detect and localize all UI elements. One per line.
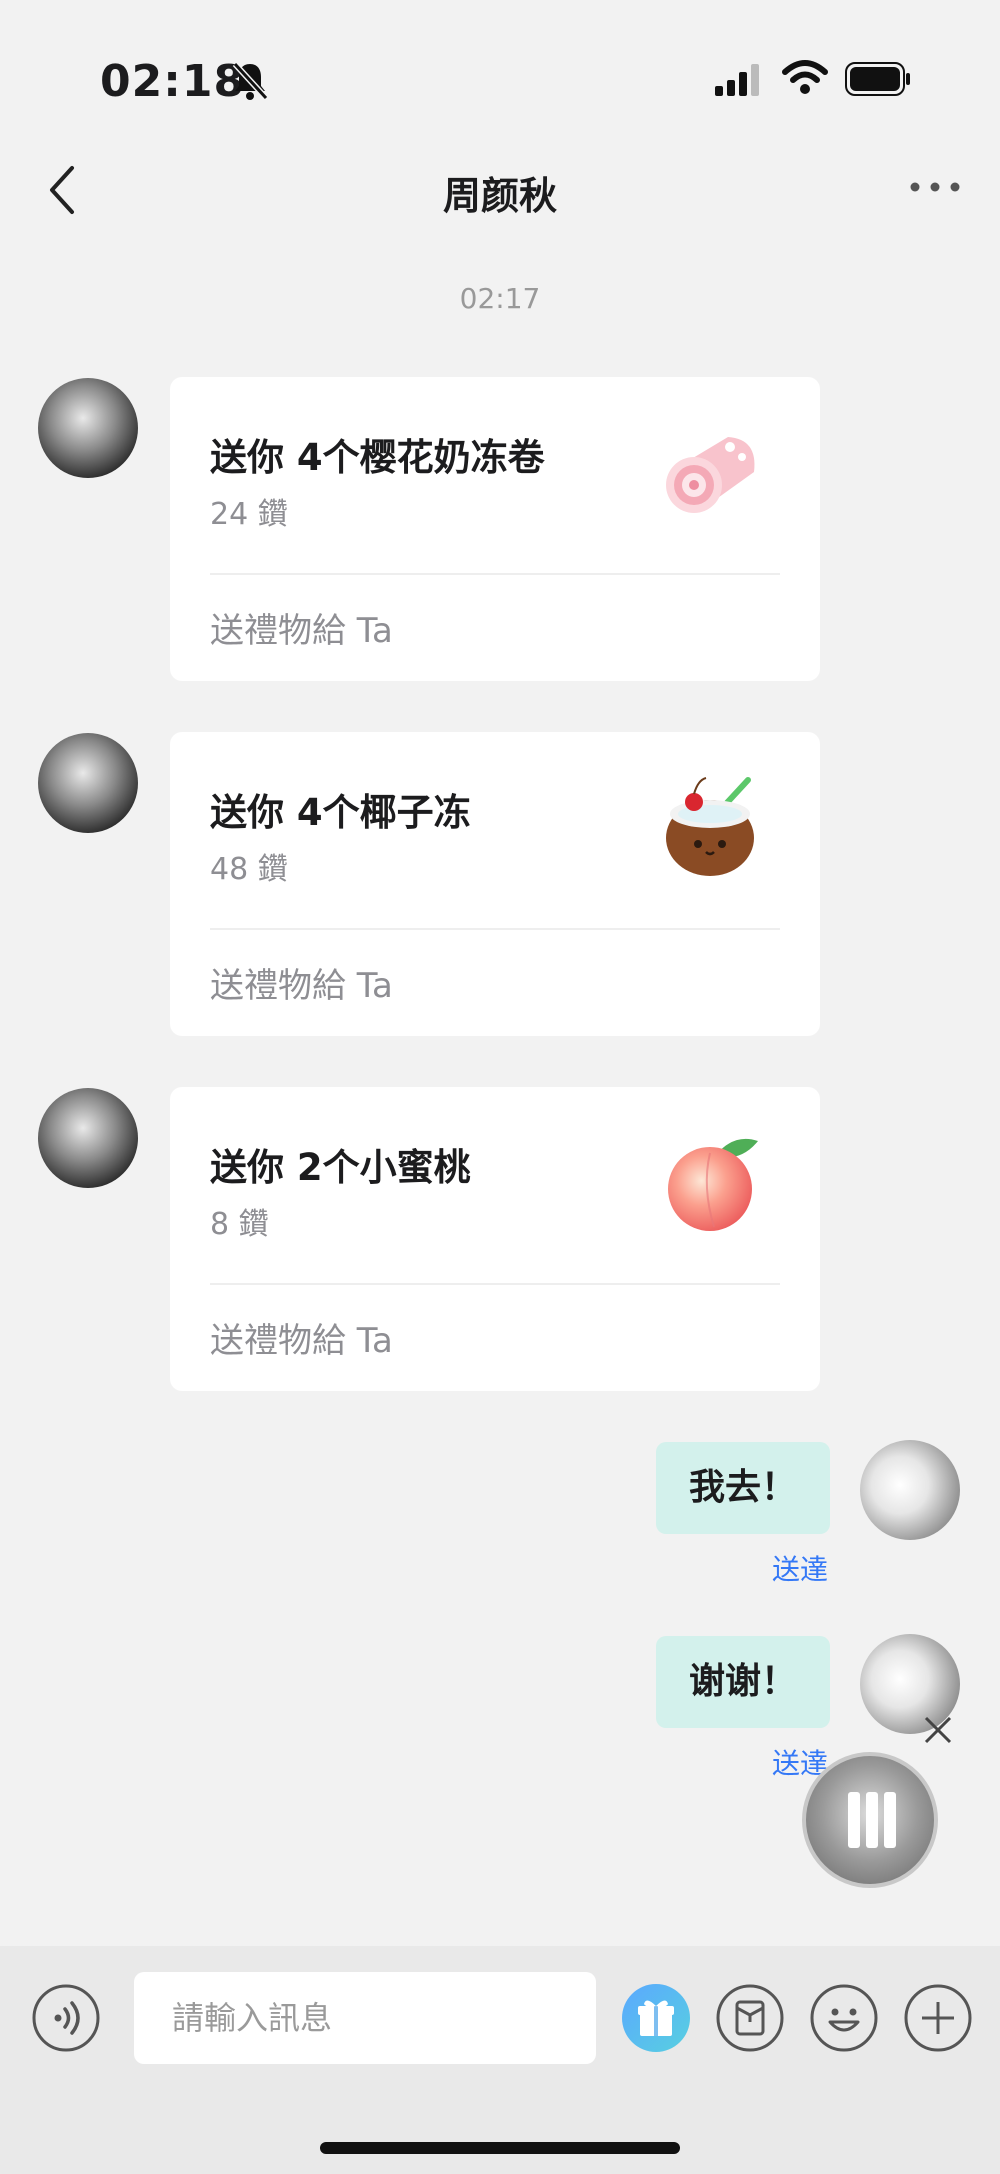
- gift-card: 送你 2个小蜜桃 8 鑽 送禮物給 Ta: [170, 1087, 820, 1391]
- cellular-signal-icon: [715, 64, 759, 96]
- gift-card: 送你 4个椰子冻 48 鑽 送禮物給 Ta: [170, 732, 820, 1036]
- sent-message-bubble[interactable]: 谢谢！: [656, 1636, 830, 1728]
- add-icon[interactable]: [904, 1984, 972, 2052]
- send-gift-link[interactable]: 送禮物給 Ta: [210, 603, 393, 652]
- contact-avatar[interactable]: [38, 1088, 138, 1188]
- gift-title: 送你 4个樱花奶冻卷: [210, 436, 545, 479]
- bell-muted-icon: [232, 61, 269, 101]
- message-timestamp: 02:17: [459, 282, 541, 315]
- gift-price: 48 鑽: [210, 852, 288, 887]
- sakura-roll-cake-icon: [666, 437, 755, 513]
- gift-card: 送你 4个樱花奶冻卷 24 鑽 送禮物給 Ta: [170, 377, 820, 681]
- send-gift-link[interactable]: 送禮物給 Ta: [210, 1313, 393, 1362]
- gift-price: 24 鑽: [210, 497, 288, 532]
- contact-avatar[interactable]: [38, 378, 138, 478]
- gift-icon: [638, 2000, 674, 2036]
- floating-player[interactable]: [802, 1752, 938, 1888]
- home-indicator: [320, 2142, 680, 2154]
- contact-avatar[interactable]: [38, 733, 138, 833]
- more-options-icon[interactable]: [905, 170, 965, 204]
- gift-button[interactable]: [622, 1984, 690, 2052]
- wifi-icon: [782, 60, 828, 94]
- delivery-status: 送達: [772, 1553, 829, 1586]
- gift-title: 送你 4个椰子冻: [210, 791, 471, 834]
- user-avatar[interactable]: [860, 1440, 960, 1540]
- emoji-icon[interactable]: [810, 1984, 878, 2052]
- gift-price: 8 鑽: [210, 1207, 269, 1242]
- battery-icon: [845, 62, 910, 96]
- close-icon[interactable]: [918, 1710, 958, 1750]
- coconut-jelly-icon: [666, 777, 754, 876]
- chat-title: 周颜秋: [442, 174, 557, 218]
- message-input[interactable]: [134, 1972, 596, 2064]
- send-gift-link[interactable]: 送禮物給 Ta: [210, 958, 393, 1007]
- red-envelope-icon[interactable]: [716, 1984, 784, 2052]
- gift-title: 送你 2个小蜜桃: [210, 1146, 471, 1189]
- pause-icon: [848, 1792, 860, 1848]
- status-time: 02:18: [100, 56, 246, 107]
- voice-input-icon[interactable]: [32, 1984, 100, 2052]
- peach-icon: [668, 1138, 758, 1231]
- card-divider: [210, 928, 780, 930]
- card-divider: [210, 573, 780, 575]
- input-bar: [0, 1946, 1000, 2174]
- sent-message-bubble[interactable]: 我去！: [656, 1442, 830, 1534]
- card-divider: [210, 1283, 780, 1285]
